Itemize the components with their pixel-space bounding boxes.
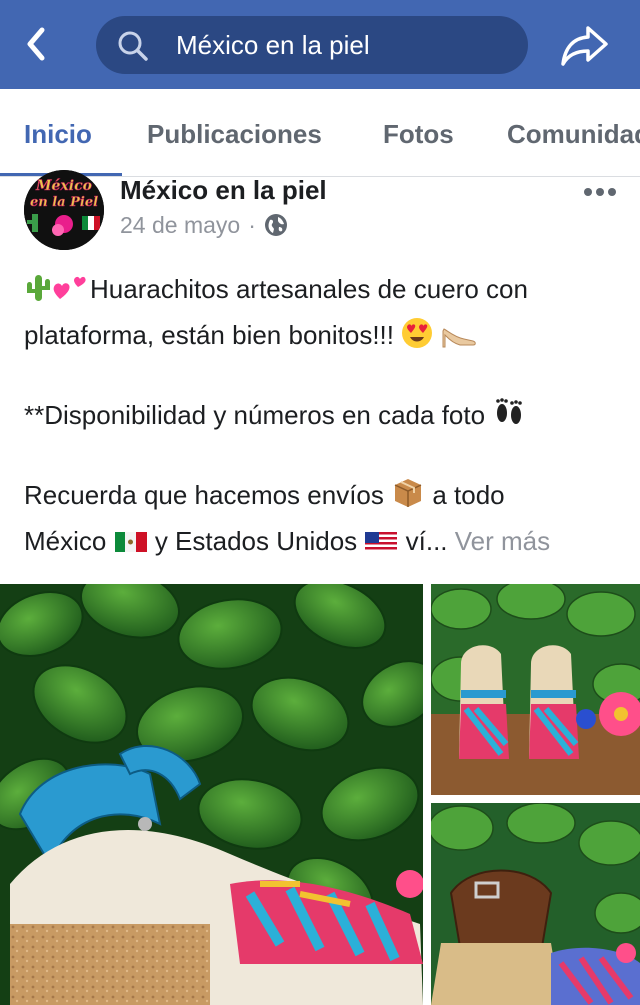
post-text-3: **Disponibilidad y números en cada foto <box>24 400 486 430</box>
meta-separator: · <box>248 212 256 238</box>
post-line-2: plataforma, están bien bonitos!!! <box>24 312 624 358</box>
post-text-5b: y Estados Unidos <box>154 526 358 556</box>
page-avatar[interactable]: México en la Piel <box>24 170 104 250</box>
photo-bottom-right[interactable] <box>431 803 640 1005</box>
more-options-icon[interactable] <box>580 180 620 204</box>
photo-main-image <box>0 584 423 1005</box>
svg-text:México: México <box>35 178 92 194</box>
tab-comunidad[interactable]: Comunidad <box>507 119 640 149</box>
post-line-5: México y Estados Unidos ví... Ver más <box>24 518 624 564</box>
search-bar[interactable]: México en la piel <box>96 16 528 74</box>
page-tabs: Inicio Publicaciones Fotos Comunidad <box>0 89 640 177</box>
post-meta: 24 de mayo · <box>120 210 288 240</box>
heart-eyes-icon <box>402 318 433 348</box>
photo-bottom-right-image <box>431 803 640 1005</box>
post-text-4b: a todo <box>432 480 505 510</box>
high-heel-icon <box>442 328 477 348</box>
post-line-3: **Disponibilidad y números en cada foto <box>24 392 624 438</box>
footprints-icon <box>496 398 523 424</box>
package-icon <box>394 479 422 507</box>
post-line-1: Huarachitos artesanales de cuero con <box>24 266 624 312</box>
post-text-1: Huarachitos artesanales de cuero con <box>90 274 528 304</box>
mexico-flag-icon <box>114 532 147 552</box>
see-more-link[interactable]: Ver más <box>455 526 550 556</box>
share-icon[interactable] <box>558 20 612 70</box>
back-button[interactable] <box>14 22 58 66</box>
globe-icon <box>264 214 287 236</box>
chevron-left-icon <box>27 27 45 61</box>
post-body: Huarachitos artesanales de cuero con pla… <box>24 266 624 564</box>
post-text-4: Recuerda que hacemos envíos <box>24 480 384 510</box>
tab-inicio[interactable]: Inicio <box>24 119 92 149</box>
cactus-icon <box>27 275 50 301</box>
post-line-4: Recuerda que hacemos envíos a todo <box>24 472 624 518</box>
post-text-5a: México <box>24 526 107 556</box>
post-text-5c: ví... <box>405 526 448 556</box>
search-query: México en la piel <box>176 30 370 60</box>
photo-main[interactable] <box>0 584 423 1005</box>
photo-top-right-image <box>431 584 640 795</box>
photo-top-right[interactable] <box>431 584 640 795</box>
top-bar: México en la piel <box>0 0 640 89</box>
post-text-2: plataforma, están bien bonitos!!! <box>24 320 395 350</box>
two-hearts-icon <box>53 276 86 299</box>
tab-publicaciones[interactable]: Publicaciones <box>147 119 322 149</box>
tab-fotos[interactable]: Fotos <box>383 119 454 149</box>
svg-text:en la Piel: en la Piel <box>30 195 98 210</box>
page-name[interactable]: México en la piel <box>120 174 327 206</box>
post-date[interactable]: 24 de mayo <box>120 210 240 240</box>
usa-flag-icon <box>365 532 398 552</box>
avatar-logo: México en la Piel <box>24 170 104 250</box>
search-icon <box>118 31 148 61</box>
